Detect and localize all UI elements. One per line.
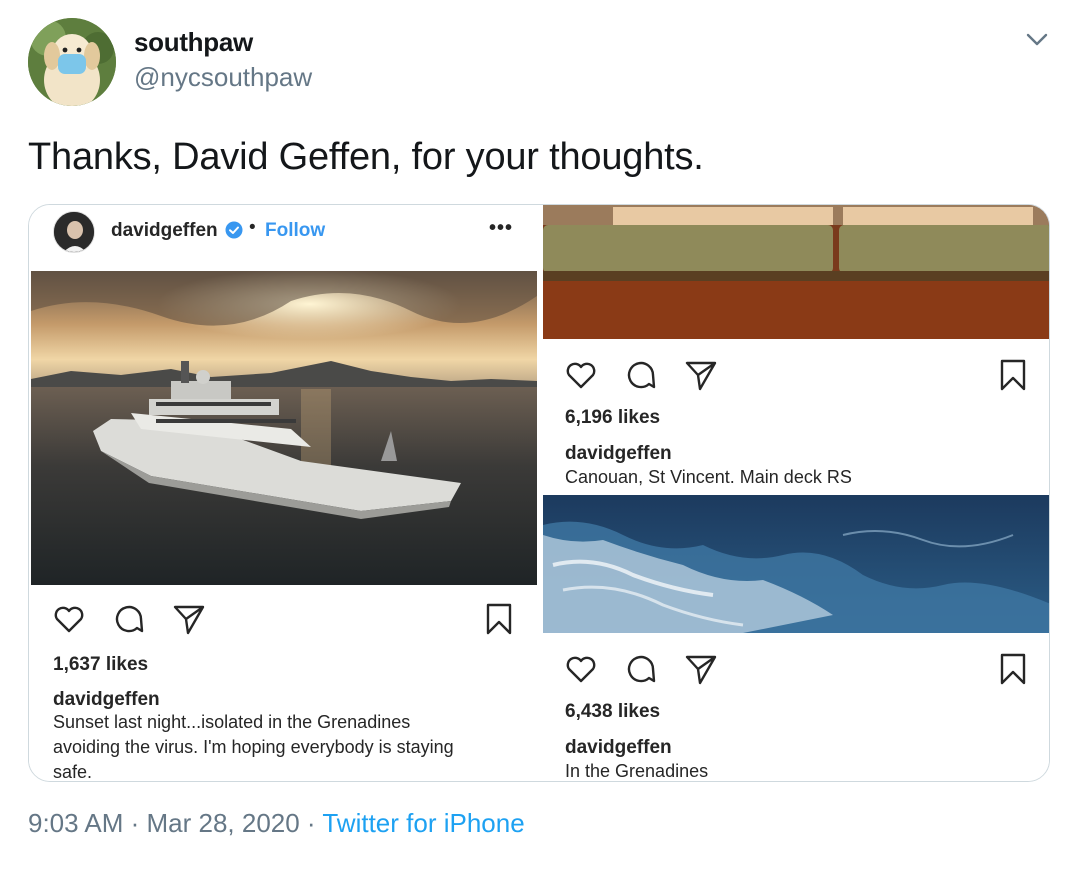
caption-line: In the Grenadines bbox=[565, 761, 709, 781]
post-actions-left bbox=[51, 601, 521, 637]
comment-icon[interactable] bbox=[623, 357, 659, 393]
tweet: southpaw @nycsouthpaw Thanks, David Geff… bbox=[0, 0, 1076, 870]
display-name[interactable]: southpaw bbox=[134, 27, 253, 58]
verified-badge-icon bbox=[225, 221, 243, 239]
ig-username[interactable]: davidgeffen bbox=[111, 220, 218, 242]
comment-icon[interactable] bbox=[111, 601, 147, 637]
instagram-post-left: davidgeffen • Follow ••• 1,637 likes dav… bbox=[29, 205, 539, 782]
share-icon[interactable] bbox=[683, 651, 719, 687]
more-options-icon[interactable]: ••• bbox=[489, 217, 513, 240]
share-icon[interactable] bbox=[683, 357, 719, 393]
bookmark-icon[interactable] bbox=[995, 651, 1031, 687]
separator-dot: • bbox=[249, 217, 256, 238]
likes-count[interactable]: 1,637 likes bbox=[53, 654, 148, 676]
caption-line: Canouan, St Vincent. Main deck RS bbox=[565, 467, 852, 487]
user-handle[interactable]: @nycsouthpaw bbox=[134, 62, 312, 93]
puppy-avatar-image bbox=[28, 18, 116, 106]
post-actions-right-top bbox=[563, 357, 1033, 393]
avatar[interactable] bbox=[28, 18, 116, 106]
tweet-text: Thanks, David Geffen, for your thoughts. bbox=[28, 136, 704, 178]
instagram-posts-right: 6,196 likes davidgeffen Canouan, St Vinc… bbox=[539, 205, 1049, 781]
ig-avatar bbox=[53, 211, 95, 253]
caption-line: safe. bbox=[53, 762, 93, 782]
caption-line: Sunset last night...isolated in the Gren… bbox=[53, 712, 411, 732]
heart-icon[interactable] bbox=[563, 651, 599, 687]
deck-sofa-photo bbox=[543, 205, 1049, 339]
tweet-media[interactable]: davidgeffen • Follow ••• 1,637 likes dav… bbox=[28, 204, 1050, 782]
source-link[interactable]: Twitter for iPhone bbox=[322, 808, 524, 838]
chevron-down-icon[interactable] bbox=[1022, 26, 1052, 52]
timestamp[interactable]: 9:03 AM · Mar 28, 2020 · bbox=[28, 808, 322, 838]
caption-username[interactable]: davidgeffen bbox=[565, 443, 672, 465]
likes-count[interactable]: 6,196 likes bbox=[565, 407, 660, 429]
heart-icon[interactable] bbox=[563, 357, 599, 393]
caption-username[interactable]: davidgeffen bbox=[565, 737, 672, 759]
heart-icon[interactable] bbox=[51, 601, 87, 637]
ocean-wake-photo bbox=[543, 495, 1049, 633]
yacht-sunset-photo bbox=[31, 271, 537, 585]
caption-username[interactable]: davidgeffen bbox=[53, 689, 160, 711]
follow-button[interactable]: Follow bbox=[265, 220, 325, 242]
likes-count[interactable]: 6,438 likes bbox=[565, 701, 660, 723]
caption-line: avoiding the virus. I'm hoping everybody… bbox=[53, 737, 454, 757]
tweet-metadata: 9:03 AM · Mar 28, 2020 · Twitter for iPh… bbox=[28, 808, 525, 839]
bookmark-icon[interactable] bbox=[995, 357, 1031, 393]
share-icon[interactable] bbox=[171, 601, 207, 637]
post-actions-right-bottom bbox=[563, 651, 1033, 687]
bookmark-icon[interactable] bbox=[481, 601, 517, 637]
comment-icon[interactable] bbox=[623, 651, 659, 687]
